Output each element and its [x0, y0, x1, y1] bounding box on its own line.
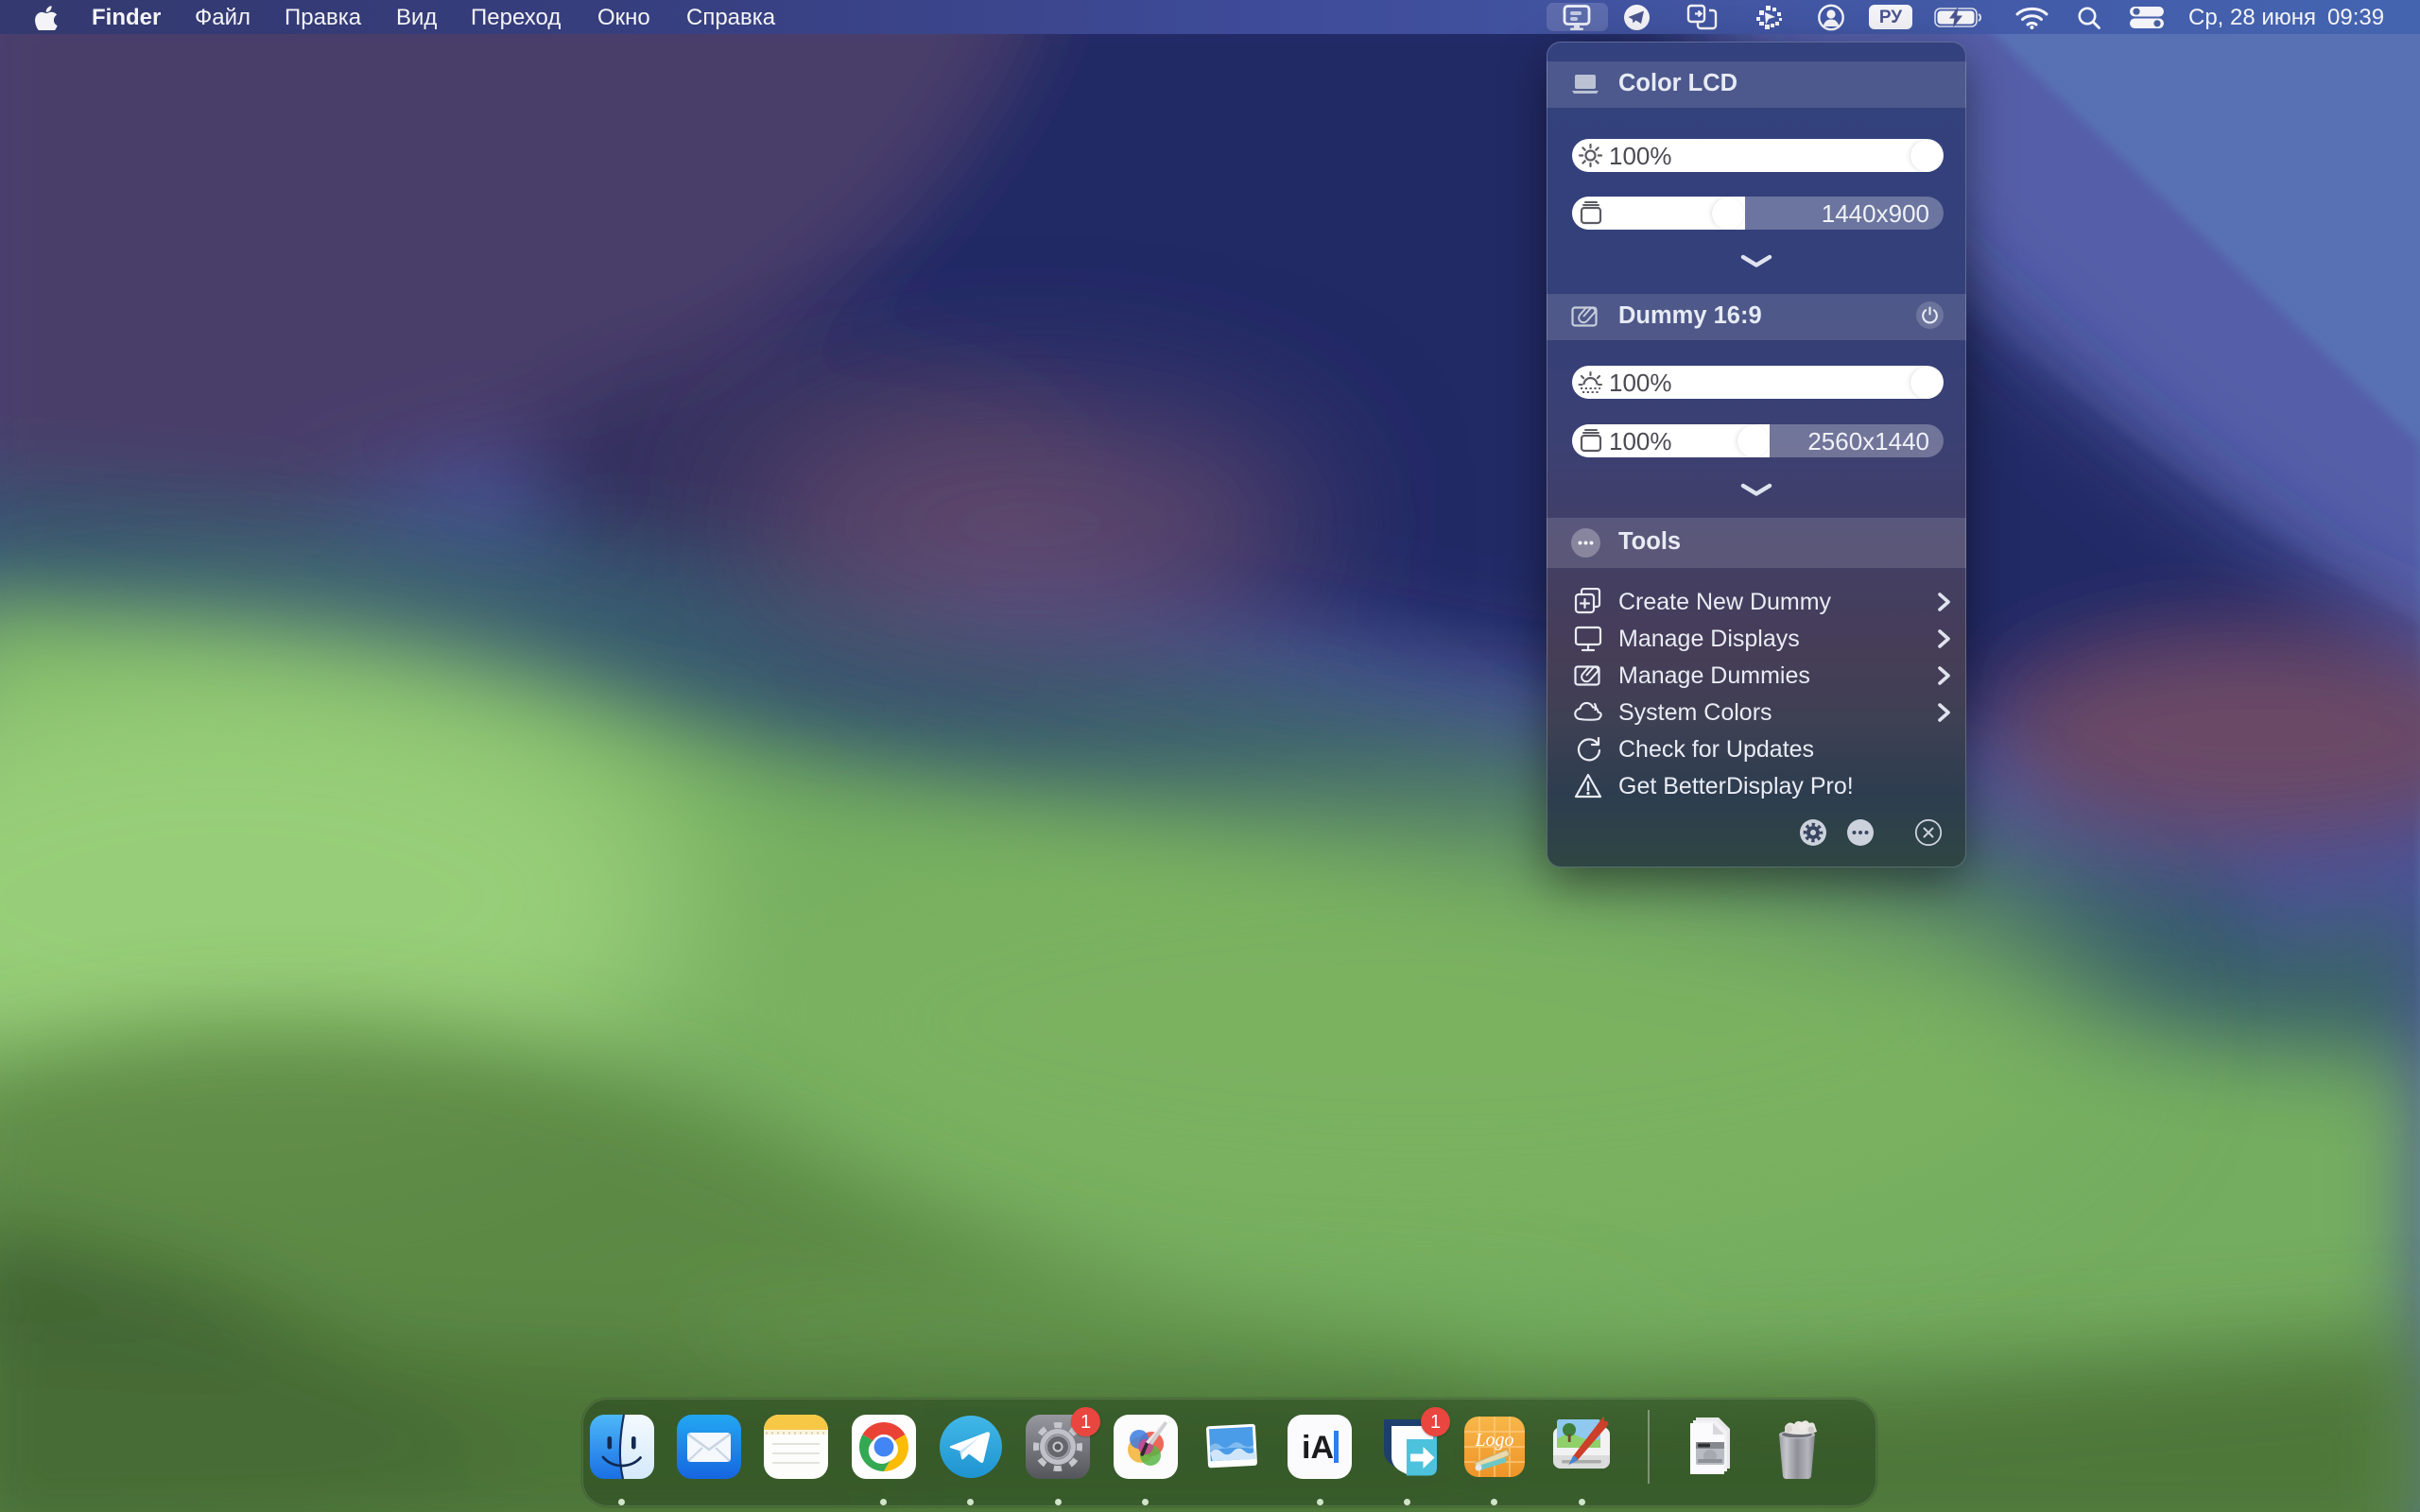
svg-text:iA: iA	[1302, 1430, 1334, 1466]
svg-text:Logo: Logo	[1474, 1430, 1513, 1451]
